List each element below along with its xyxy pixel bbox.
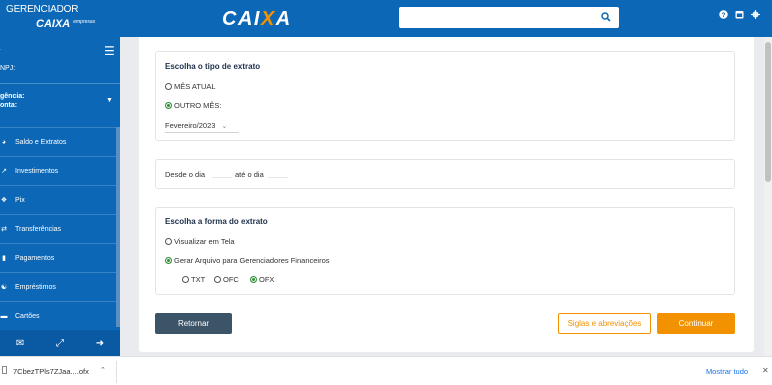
sidebar-item-pagamentos[interactable]: ▮ Pagamentos (0, 243, 116, 272)
sidebar-bullet: . (0, 45, 1, 52)
radio-label: OFC (223, 275, 239, 284)
chart-pie-icon: ◕ (1, 138, 7, 146)
sidebar-item-investimentos[interactable]: ↗ Investimentos (0, 156, 116, 185)
header-icons: ? (718, 10, 760, 20)
hand-money-icon: ☯ (0, 284, 8, 291)
calendar-icon[interactable] (734, 10, 744, 20)
help-icon[interactable]: ? (718, 10, 728, 20)
radio-button-selected[interactable] (165, 102, 172, 109)
menu-icon[interactable]: ☰ (104, 44, 115, 58)
sidebar-item-label: Empréstimos (15, 283, 56, 291)
agency-label: gência: (0, 93, 25, 100)
radio-button[interactable] (165, 238, 172, 245)
back-button[interactable]: Retornar (155, 313, 232, 334)
radio-format-txt[interactable]: TXT (182, 275, 205, 284)
brand-line3: empresas (73, 19, 96, 26)
radio-format-ofx[interactable]: OFX (250, 275, 274, 284)
brand-logo[interactable]: GERENCIADOR CAIXA empresas (6, 5, 95, 31)
date-range-card: Desde o dia até o dia (155, 159, 735, 189)
caixa-logo: CAIXA (222, 8, 292, 31)
sidebar-item-label: Transferências (15, 225, 62, 233)
extract-type-card: Escolha o tipo de extrato MÊS ATUAL OUTR… (155, 51, 735, 141)
trend-line-icon: ↗ (1, 168, 7, 175)
extract-form-card: Escolha a forma do extrato Visualizar em… (155, 207, 735, 295)
radio-button[interactable] (182, 276, 189, 283)
radio-format-ofc[interactable]: OFC (214, 275, 239, 284)
date-from-input[interactable] (212, 177, 232, 178)
date-to-input[interactable] (268, 177, 288, 178)
download-file-name[interactable]: 7CbezTPls7ZJaa....ofx (13, 367, 89, 376)
sidebar-item-saldo-extratos[interactable]: ◕ Saldo e Extratos (0, 127, 116, 156)
radio-button[interactable] (214, 276, 221, 283)
gear-icon[interactable] (750, 10, 760, 20)
close-icon[interactable]: ✕ (762, 366, 769, 375)
radio-button[interactable] (165, 83, 172, 90)
abbreviations-button[interactable]: Siglas e abreviações (558, 313, 651, 334)
radio-label: OFX (259, 275, 275, 284)
brand-line2: CAIXA (36, 18, 71, 30)
show-all-button[interactable]: Mostrar tudo (697, 364, 757, 379)
sidebar: ☰ . NPJ: gência: onta: ▼ ◕ Saldo e Extra… (0, 37, 120, 356)
brand-line1: GERENCIADOR (6, 4, 79, 15)
sidebar-item-label: Pagamentos (15, 254, 55, 262)
pix-icon: ❖ (0, 197, 8, 204)
account-label: onta: (0, 102, 18, 109)
logo-part: A (275, 8, 292, 30)
radio-label: Gerar Arquivo para Gerenciadores Finance… (174, 256, 330, 265)
sidebar-item-label: Saldo e Extratos (15, 138, 67, 146)
radio-current-month[interactable]: MÊS ATUAL (165, 82, 216, 91)
continue-button[interactable]: Continuar (657, 313, 735, 334)
sidebar-item-transferencias[interactable]: ⇄ Transferências (0, 214, 116, 243)
chevron-down-icon[interactable]: ▼ (106, 97, 113, 104)
logo-accent: X (260, 8, 276, 30)
download-bar: 7CbezTPls7ZJaa....ofx ⌃ Mostrar tudo ✕ (0, 356, 772, 385)
search-input[interactable] (399, 7, 619, 28)
sidebar-scrollbar[interactable] (116, 127, 120, 327)
sidebar-bottom-bar: ✉ ⤢ ➜ (0, 330, 120, 356)
month-select[interactable]: Fevereiro/2023 ⌄ (165, 121, 239, 133)
sidebar-item-emprestimos[interactable]: ☯ Empréstimos (0, 272, 116, 301)
logo-part: CAI (222, 8, 261, 30)
radio-view-screen[interactable]: Visualizar em Tela (165, 237, 235, 246)
radio-button-selected[interactable] (165, 257, 172, 264)
radio-button-selected[interactable] (250, 276, 257, 283)
top-header: GERENCIADOR CAIXA empresas CAIXA ? (0, 0, 772, 37)
cnpj-label: NPJ: (0, 65, 16, 72)
mail-icon[interactable]: ✉ (16, 338, 24, 349)
radio-label: TXT (191, 275, 206, 284)
radio-generate-file[interactable]: Gerar Arquivo para Gerenciadores Finance… (165, 256, 330, 265)
extract-type-title: Escolha o tipo de extrato (165, 62, 261, 71)
svg-text:?: ? (721, 12, 725, 19)
extract-form-title: Escolha a forma do extrato (165, 217, 268, 226)
date-from-label: Desde o dia (165, 170, 206, 179)
sidebar-item-pix[interactable]: ❖ Pix (0, 185, 116, 214)
radio-label: Visualizar em Tela (174, 237, 235, 246)
sidebar-divider (0, 83, 120, 84)
sidebar-item-label: Cartões (15, 312, 40, 320)
fullscreen-icon[interactable]: ⤢ (56, 338, 64, 349)
radio-other-month[interactable]: OUTRO MÊS: (165, 101, 222, 110)
chevron-up-icon[interactable]: ⌃ (100, 366, 106, 374)
file-icon (2, 366, 7, 374)
chevron-down-icon: ⌄ (221, 123, 228, 130)
radio-label: OUTRO MÊS: (174, 101, 222, 110)
page-scroll-thumb[interactable] (765, 42, 771, 182)
radio-label: MÊS ATUAL (174, 82, 216, 91)
logout-icon[interactable]: ➜ (96, 338, 104, 349)
month-select-value: Fevereiro/2023 (165, 121, 216, 130)
sidebar-item-cartoes[interactable]: ▬ Cartões (0, 301, 116, 330)
sidebar-item-label: Pix (15, 196, 25, 204)
card-icon: ▬ (0, 312, 8, 320)
search-icon[interactable] (598, 10, 614, 26)
barcode-icon: ▮ (2, 255, 6, 262)
date-to-label: até o dia (235, 170, 264, 179)
sidebar-item-label: Investimentos (15, 167, 59, 175)
transfer-arrows-icon: ⇄ (1, 226, 7, 233)
download-separator (116, 361, 117, 383)
